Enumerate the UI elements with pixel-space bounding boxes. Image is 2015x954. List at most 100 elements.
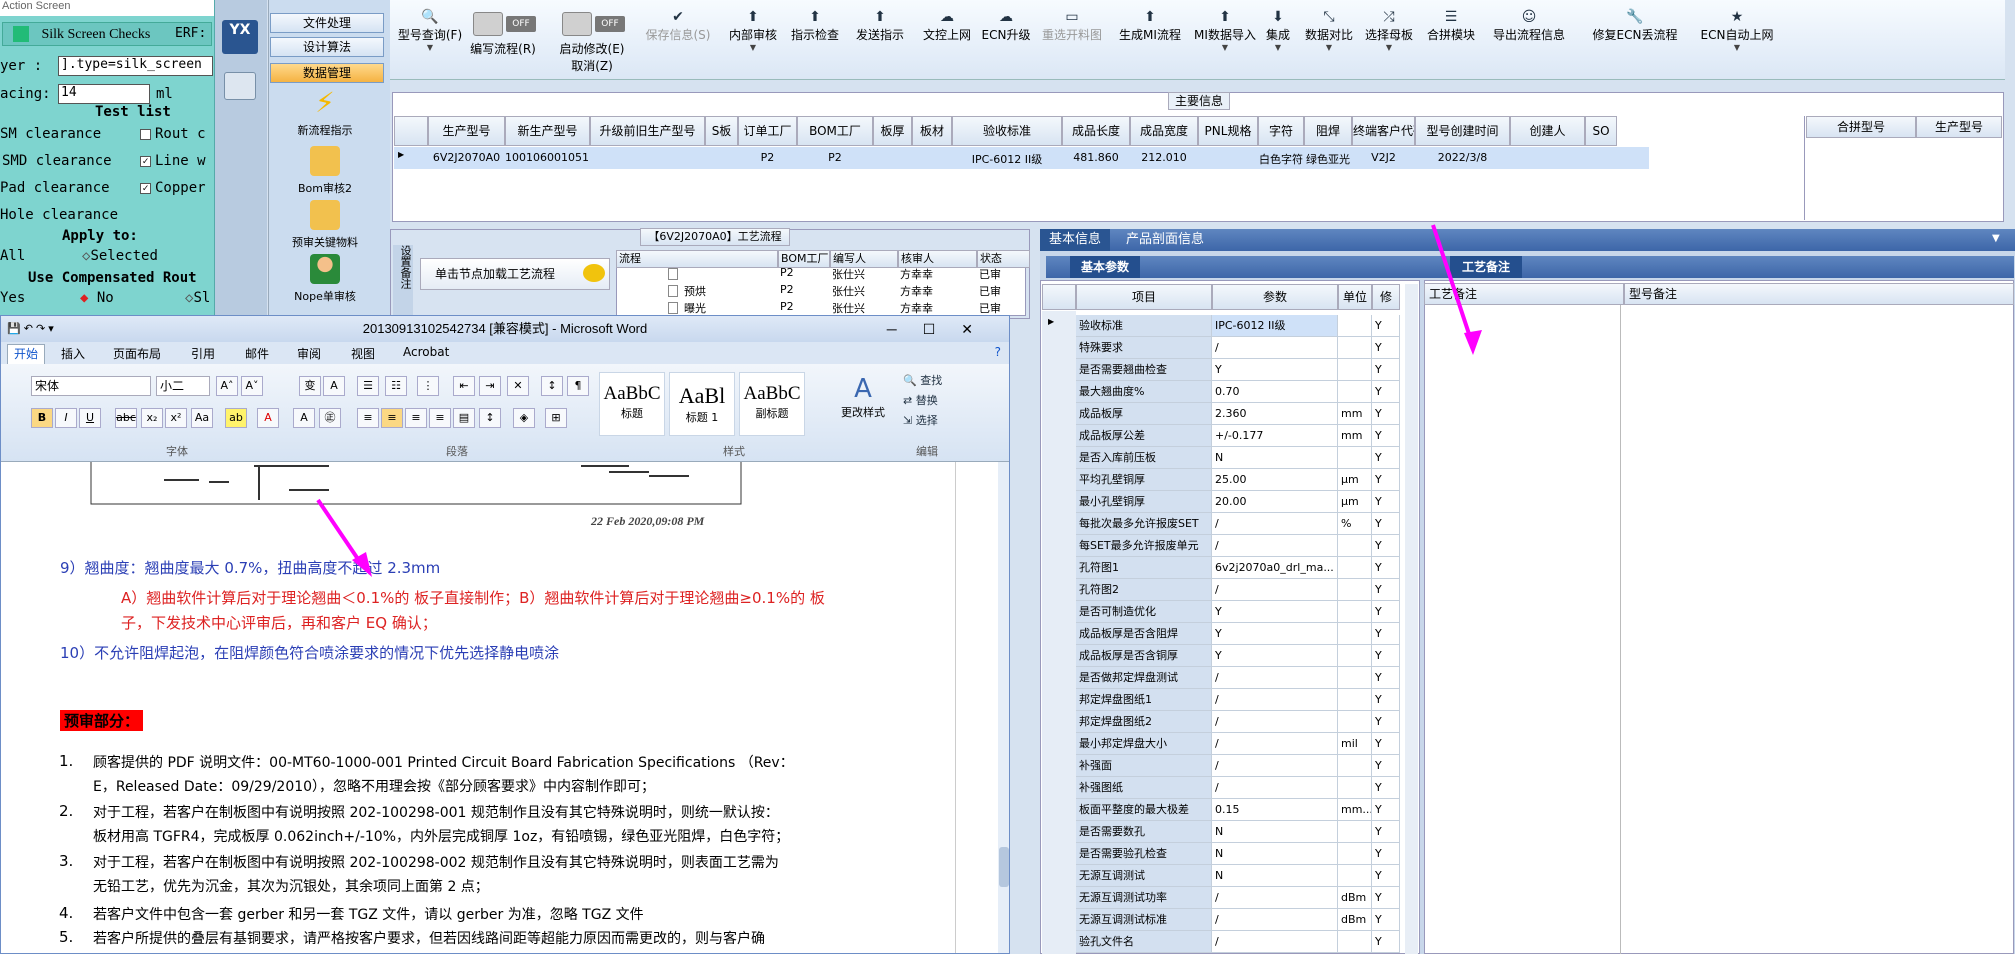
scroll-thumb[interactable]: [999, 847, 1009, 887]
test-item[interactable]: SM clearance: [0, 126, 101, 142]
toggle-switch[interactable]: OFF: [473, 12, 536, 36]
distributed-icon[interactable]: ▤: [453, 408, 475, 428]
sort-icon[interactable]: ↕: [541, 376, 563, 396]
column-header[interactable]: 创建人: [1510, 116, 1585, 146]
params-row[interactable]: 成品板厚公差 +/-0.177 mm Y: [1076, 425, 1400, 447]
params-column-header[interactable]: 修: [1372, 284, 1400, 310]
align-right-icon[interactable]: ≡: [405, 408, 427, 428]
char-border-icon[interactable]: A: [323, 376, 345, 396]
ribbon-tab[interactable]: 视图: [351, 345, 375, 362]
params-cell[interactable]: 25.00: [1212, 469, 1338, 491]
chevron-down-icon[interactable]: ▼: [1190, 43, 1260, 52]
borders-icon[interactable]: ⊞: [545, 408, 567, 428]
decrease-indent-icon[interactable]: ⇤: [453, 376, 475, 396]
params-cell[interactable]: /: [1212, 887, 1338, 909]
all-option[interactable]: All: [0, 248, 25, 264]
params-row[interactable]: 最小邦定焊盘大小 / mil Y: [1076, 733, 1400, 755]
load-flow-button[interactable]: 单击节点加载工艺流程: [420, 258, 610, 290]
nav-item-nope[interactable]: Nope单审核: [275, 254, 375, 304]
params-cell[interactable]: Y: [1212, 359, 1338, 381]
params-column-header[interactable]: 参数: [1212, 284, 1338, 310]
column-header[interactable]: 成品长度: [1062, 116, 1130, 146]
find-button[interactable]: 🔍 查找: [903, 372, 942, 388]
shrink-font-icon[interactable]: A˅: [241, 376, 263, 396]
nav-item-new-flow[interactable]: ⚡ 新流程指示: [275, 88, 375, 138]
yes-option[interactable]: Yes: [0, 290, 25, 306]
strike-icon[interactable]: abc: [115, 408, 137, 428]
underline-icon[interactable]: U: [79, 408, 101, 428]
bullets-icon[interactable]: ☰: [357, 376, 379, 396]
params-cell[interactable]: 0.15: [1212, 799, 1338, 821]
toolbar-button[interactable]: OFF 启动修改(E) 取消(Z): [557, 0, 627, 74]
increase-indent-icon[interactable]: ⇥: [479, 376, 501, 396]
toolbar-button[interactable]: ⬇ 集成 ▼: [1255, 0, 1301, 52]
column-header[interactable]: 板厚: [873, 116, 912, 146]
ribbon-tab[interactable]: Acrobat: [403, 345, 449, 359]
enclose-char-icon[interactable]: ㊣: [319, 408, 341, 428]
column-header[interactable]: 订单工厂: [738, 116, 797, 146]
nav-data-button[interactable]: 数据管理: [270, 63, 384, 83]
flow-cell[interactable]: P2: [780, 283, 828, 296]
show-marks-icon[interactable]: ¶: [567, 376, 589, 396]
params-row[interactable]: 每批次最多允许报废SET /% Y: [1076, 513, 1400, 535]
params-row[interactable]: 最小孔壁铜厚 20.00 μm Y: [1076, 491, 1400, 513]
style-swatch[interactable]: AaBl 标题 1: [669, 372, 735, 436]
test-item[interactable]: Pad clearance: [0, 180, 110, 196]
params-cell[interactable]: N: [1212, 821, 1338, 843]
chevron-down-icon[interactable]: ▼: [1358, 43, 1420, 52]
params-cell[interactable]: +/-0.177: [1212, 425, 1338, 447]
toolbar-button[interactable]: ⬆ 生成MI流程: [1110, 0, 1190, 43]
toolbar-button[interactable]: ☁ 文控上网: [917, 0, 977, 43]
params-row[interactable]: 板面平整度的最大极差 0.15 mm... Y: [1076, 799, 1400, 821]
params-cell[interactable]: /: [1212, 755, 1338, 777]
toolbar-button[interactable]: ⬆ 内部审核 ▼: [722, 0, 784, 52]
toolbar-button[interactable]: ☰ 合拼模块: [1420, 0, 1482, 43]
toolbar-button[interactable]: ⤮ 选择母板 ▼: [1358, 0, 1420, 52]
params-row[interactable]: 是否需要数孔 N Y: [1076, 821, 1400, 843]
column-header[interactable]: SO: [1585, 116, 1617, 146]
flow-cell[interactable]: P2: [780, 266, 828, 279]
window-controls[interactable]: ─☐✕: [887, 316, 999, 342]
params-cell[interactable]: /: [1212, 579, 1338, 601]
params-row[interactable]: 邦定焊盘图纸2/ Y: [1076, 711, 1400, 733]
doc-scrollbar[interactable]: [998, 462, 1009, 953]
test-item[interactable]: SMD clearance: [2, 153, 112, 169]
params-cell[interactable]: /: [1212, 711, 1338, 733]
tab-process-remark[interactable]: 工艺备注: [1450, 256, 1522, 278]
params-scrollbar[interactable]: [1405, 284, 1418, 954]
column-header[interactable]: 型号创建时间: [1415, 116, 1510, 146]
flow-cell[interactable]: 张仕兴: [832, 283, 896, 299]
toolbar-button[interactable]: ☺ 导出流程信息: [1486, 0, 1572, 43]
params-row[interactable]: 无源互调测试 N Y: [1076, 865, 1400, 887]
replace-button[interactable]: ⇄ 替换: [903, 392, 938, 408]
params-cell[interactable]: 2.360: [1212, 403, 1338, 425]
bold-icon[interactable]: B: [31, 408, 53, 428]
ribbon-tab[interactable]: 审阅: [297, 345, 321, 362]
italic-icon[interactable]: I: [55, 408, 77, 428]
params-row[interactable]: 成品板厚是否含阻焊 Y Y: [1076, 623, 1400, 645]
params-row[interactable]: 孔符图2/ Y: [1076, 579, 1400, 601]
params-row[interactable]: 是否可制造优化 Y Y: [1076, 601, 1400, 623]
quick-access-toolbar[interactable]: 💾 ↶ ↷ ▾: [7, 316, 54, 342]
params-row[interactable]: 是否需要翘曲检查 Y Y: [1076, 359, 1400, 381]
params-cell[interactable]: /: [1212, 777, 1338, 799]
font-size-select[interactable]: 小二: [156, 376, 210, 396]
params-row[interactable]: 是否入库前压板 N Y: [1076, 447, 1400, 469]
flow-cell[interactable]: 方幸幸: [900, 266, 975, 282]
flow-cell[interactable]: P2: [780, 300, 828, 313]
superscript-icon[interactable]: x²: [165, 408, 187, 428]
params-column-header[interactable]: 单位: [1338, 284, 1372, 310]
params-row[interactable]: 孔符图1 6v2j2070a0_drl_ma... Y: [1076, 557, 1400, 579]
merge-model-header[interactable]: 合拼型号: [1806, 116, 1916, 138]
params-row[interactable]: 邦定焊盘图纸1/ Y: [1076, 689, 1400, 711]
flow-column-header[interactable]: 流程: [616, 250, 778, 268]
params-cell[interactable]: /: [1212, 337, 1338, 359]
numbering-icon[interactable]: ☷: [385, 376, 407, 396]
params-row[interactable]: 验孔文件名 / Y: [1076, 931, 1400, 953]
column-header[interactable]: 板材: [912, 116, 952, 146]
tab-profile-info[interactable]: 产品剖面信息: [1115, 229, 1215, 251]
toolbar-button[interactable]: 🔧 修复ECN丢流程: [1575, 0, 1695, 43]
column-header[interactable]: 字符: [1258, 116, 1304, 146]
params-row[interactable]: 补强图纸 / Y: [1076, 777, 1400, 799]
chevron-down-icon[interactable]: ▼: [390, 43, 470, 52]
